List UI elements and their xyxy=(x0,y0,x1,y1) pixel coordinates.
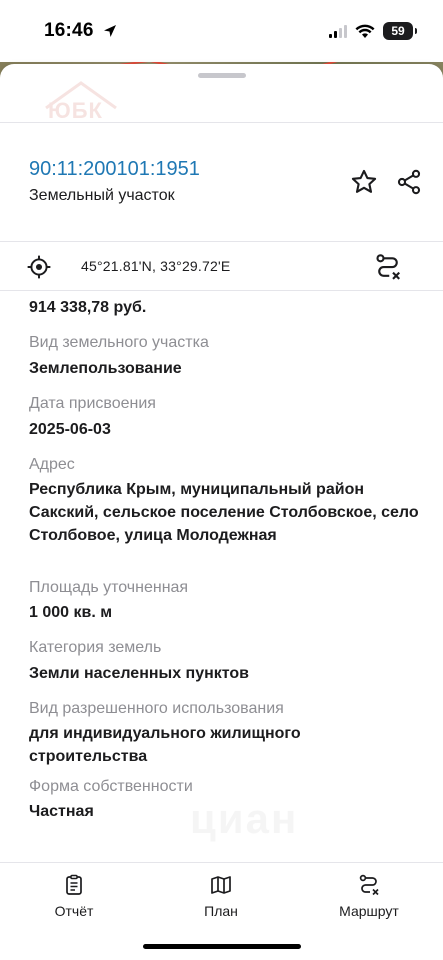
report-icon xyxy=(66,874,82,895)
field-label-address: Адрес xyxy=(29,456,75,473)
sheet-grabber[interactable] xyxy=(198,73,246,78)
field-label-ownership: Форма собственности xyxy=(29,778,193,795)
object-type: Земельный участок xyxy=(29,187,175,204)
location-arrow-icon xyxy=(103,25,116,37)
field-label-assigned-date: Дата присвоения xyxy=(29,395,156,412)
coordinates-text[interactable]: 45°21.81'N, 33°29.72'E xyxy=(81,258,230,274)
field-label-parcel-kind: Вид земельного участка xyxy=(29,334,209,351)
field-value-parcel-kind: Землепользование xyxy=(29,360,182,377)
share-button[interactable] xyxy=(392,165,426,199)
divider xyxy=(0,122,443,123)
favorite-button[interactable] xyxy=(347,165,381,199)
share-icon xyxy=(397,169,421,195)
route-icon xyxy=(359,874,379,896)
price-value: 914 338,78 руб. xyxy=(29,299,147,316)
watermark: циан xyxy=(190,795,298,843)
field-label-permitted-use: Вид разрешенного использования xyxy=(29,700,284,717)
status-time: 16:46 xyxy=(44,20,94,41)
star-icon xyxy=(351,169,377,193)
wifi-icon xyxy=(355,24,375,38)
brand-logo: ЮБК xyxy=(36,78,126,128)
tab-plan[interactable]: План xyxy=(161,873,281,919)
tab-report-label: Отчёт xyxy=(54,903,94,919)
cellular-signal-icon xyxy=(329,24,347,38)
field-value-land-category: Земли населенных пунктов xyxy=(29,665,250,682)
tab-plan-label: План xyxy=(204,903,238,919)
home-indicator[interactable] xyxy=(143,944,301,949)
tab-route[interactable]: Маршрут xyxy=(309,873,429,919)
crosshair-icon[interactable] xyxy=(26,254,52,280)
field-value-permitted-use: для индивидуального жилищного строительс… xyxy=(29,725,301,765)
field-value-area: 1 000 кв. м xyxy=(29,604,113,621)
divider xyxy=(0,290,443,291)
map-icon xyxy=(211,876,231,894)
field-value-address: Республика Крым, муниципальный район Сак… xyxy=(29,481,419,544)
status-bar: 16:46 59 xyxy=(0,0,443,62)
brand-logo-text: ЮБК xyxy=(48,98,103,123)
field-label-land-category: Категория земель xyxy=(29,639,162,656)
tab-route-label: Маршрут xyxy=(339,903,399,919)
battery-indicator: 59 xyxy=(383,22,417,40)
tab-report[interactable]: Отчёт xyxy=(14,873,134,919)
field-value-assigned-date: 2025-06-03 xyxy=(29,421,111,438)
coordinates-row: 45°21.81'N, 33°29.72'E xyxy=(0,242,443,290)
cadastral-number[interactable]: 90:11:200101:1951 xyxy=(29,158,200,181)
route-clear-icon[interactable] xyxy=(373,252,403,282)
field-label-area: Площадь уточненная xyxy=(29,579,189,596)
